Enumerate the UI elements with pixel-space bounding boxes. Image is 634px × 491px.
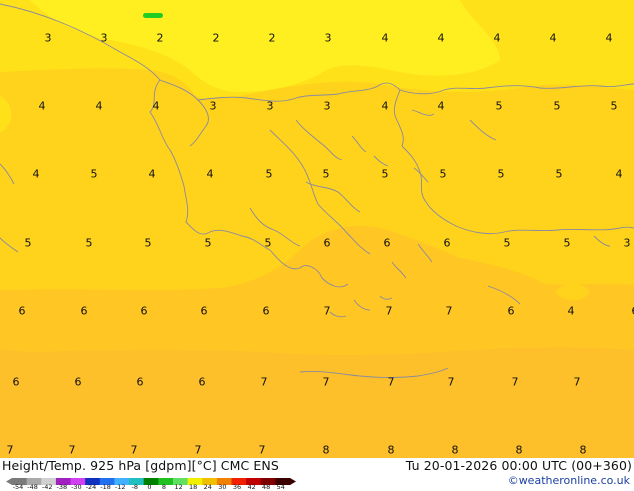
- value-label-r2c11: 5: [611, 100, 618, 113]
- value-label-r6c9: 7: [512, 376, 519, 389]
- footer: Height/Temp. 925 hPa [gdpm][°C] CMC ENS …: [0, 458, 634, 490]
- value-label-r2c10: 5: [554, 100, 561, 113]
- value-label-r1c7: 4: [382, 32, 389, 45]
- value-label-r4c10: 5: [564, 237, 571, 250]
- value-label-r4c5: 5: [265, 237, 272, 250]
- value-label-r6c7: 7: [388, 376, 395, 389]
- map-title: Height/Temp. 925 hPa [gdpm][°C] CMC ENS: [2, 458, 279, 473]
- value-label-r7c4: 7: [195, 444, 202, 457]
- value-label-r5c4: 6: [201, 305, 208, 318]
- map-canvas: [0, 0, 634, 458]
- value-label-r1c8: 4: [438, 32, 445, 45]
- value-label-r5c6: 7: [324, 305, 331, 318]
- value-label-r1c1: 3: [45, 32, 52, 45]
- value-label-r6c6: 7: [323, 376, 330, 389]
- weather-map: 3 3 2 2 2 3 4 4 4 4 4 4 4 4 3 3 3 4 4 5 5 5 4 5 4 4 5 5 5 5 5 5 4 5 5 5 5 5 6 6…: [0, 0, 634, 458]
- value-label-r5c2: 6: [81, 305, 88, 318]
- value-label-r3c7: 5: [382, 168, 389, 181]
- value-label-r5c8: 7: [446, 305, 453, 318]
- value-label-r1c9: 4: [494, 32, 501, 45]
- value-label-r4c2: 5: [86, 237, 93, 250]
- value-label-r3c5: 5: [266, 168, 273, 181]
- value-label-r1c6: 3: [325, 32, 332, 45]
- value-label-r4c4: 5: [205, 237, 212, 250]
- value-label-r3c1: 4: [33, 168, 40, 181]
- value-label-r7c3: 7: [131, 444, 138, 457]
- value-label-r6c4: 6: [199, 376, 206, 389]
- value-label-r4c7: 6: [384, 237, 391, 250]
- value-label-r5c7: 7: [386, 305, 393, 318]
- value-label-r3c6: 5: [323, 168, 330, 181]
- value-label-r5c5: 6: [263, 305, 270, 318]
- value-label-r5c10: 4: [568, 305, 575, 318]
- value-label-r7c10: 8: [580, 444, 587, 457]
- value-label-r7c2: 7: [69, 444, 76, 457]
- value-label-r4c9: 5: [504, 237, 511, 250]
- color-legend: -54-48-42-38-30-24-18-12-808121824303642…: [6, 472, 296, 490]
- value-label-r1c5: 2: [269, 32, 276, 45]
- forecast-datetime: Tu 20-01-2026 00:00 UTC (00+360): [406, 458, 632, 473]
- value-label-r5c1: 6: [19, 305, 26, 318]
- value-label-r5c3: 6: [141, 305, 148, 318]
- value-label-r7c6: 8: [323, 444, 330, 457]
- value-label-r6c10: 7: [574, 376, 581, 389]
- value-label-r1c11: 4: [606, 32, 613, 45]
- value-label-r4c6: 6: [324, 237, 331, 250]
- value-label-r2c3: 4: [153, 100, 160, 113]
- value-label-r2c6: 3: [324, 100, 331, 113]
- value-label-r2c8: 4: [438, 100, 445, 113]
- value-label-r7c5: 7: [259, 444, 266, 457]
- value-label-r3c9: 5: [498, 168, 505, 181]
- value-label-r3c3: 4: [149, 168, 156, 181]
- location-marker: [143, 13, 163, 18]
- value-label-r6c8: 7: [448, 376, 455, 389]
- value-label-r2c9: 5: [496, 100, 503, 113]
- value-label-r3c11: 4: [616, 168, 623, 181]
- value-label-r7c9: 8: [516, 444, 523, 457]
- value-label-r1c2: 3: [101, 32, 108, 45]
- value-label-r4c1: 5: [25, 237, 32, 250]
- value-label-r6c5: 7: [261, 376, 268, 389]
- value-label-r6c2: 6: [75, 376, 82, 389]
- value-label-r3c4: 4: [207, 168, 214, 181]
- value-label-r2c5: 3: [267, 100, 274, 113]
- value-label-r1c10: 4: [550, 32, 557, 45]
- value-label-r3c8: 5: [440, 168, 447, 181]
- value-label-r1c3: 2: [157, 32, 164, 45]
- value-label-r3c10: 5: [556, 168, 563, 181]
- value-label-r5c9: 6: [508, 305, 515, 318]
- value-label-r2c2: 4: [96, 100, 103, 113]
- value-label-r6c1: 6: [13, 376, 20, 389]
- value-label-r2c1: 4: [39, 100, 46, 113]
- value-label-r6c3: 6: [137, 376, 144, 389]
- value-label-r2c7: 4: [382, 100, 389, 113]
- credit-link[interactable]: ©weatheronline.co.uk: [508, 474, 630, 487]
- legend-arrow-right: [290, 478, 296, 485]
- value-label-r7c8: 8: [452, 444, 459, 457]
- value-label-r4c11: 3: [624, 237, 631, 250]
- value-label-r7c7: 8: [388, 444, 395, 457]
- value-label-r1c4: 2: [213, 32, 220, 45]
- value-label-r4c3: 5: [145, 237, 152, 250]
- value-label-r3c2: 5: [91, 168, 98, 181]
- value-label-r7c1: 7: [7, 444, 14, 457]
- legend-arrow-left: [6, 478, 12, 485]
- value-label-r4c8: 6: [444, 237, 451, 250]
- value-label-r2c4: 3: [210, 100, 217, 113]
